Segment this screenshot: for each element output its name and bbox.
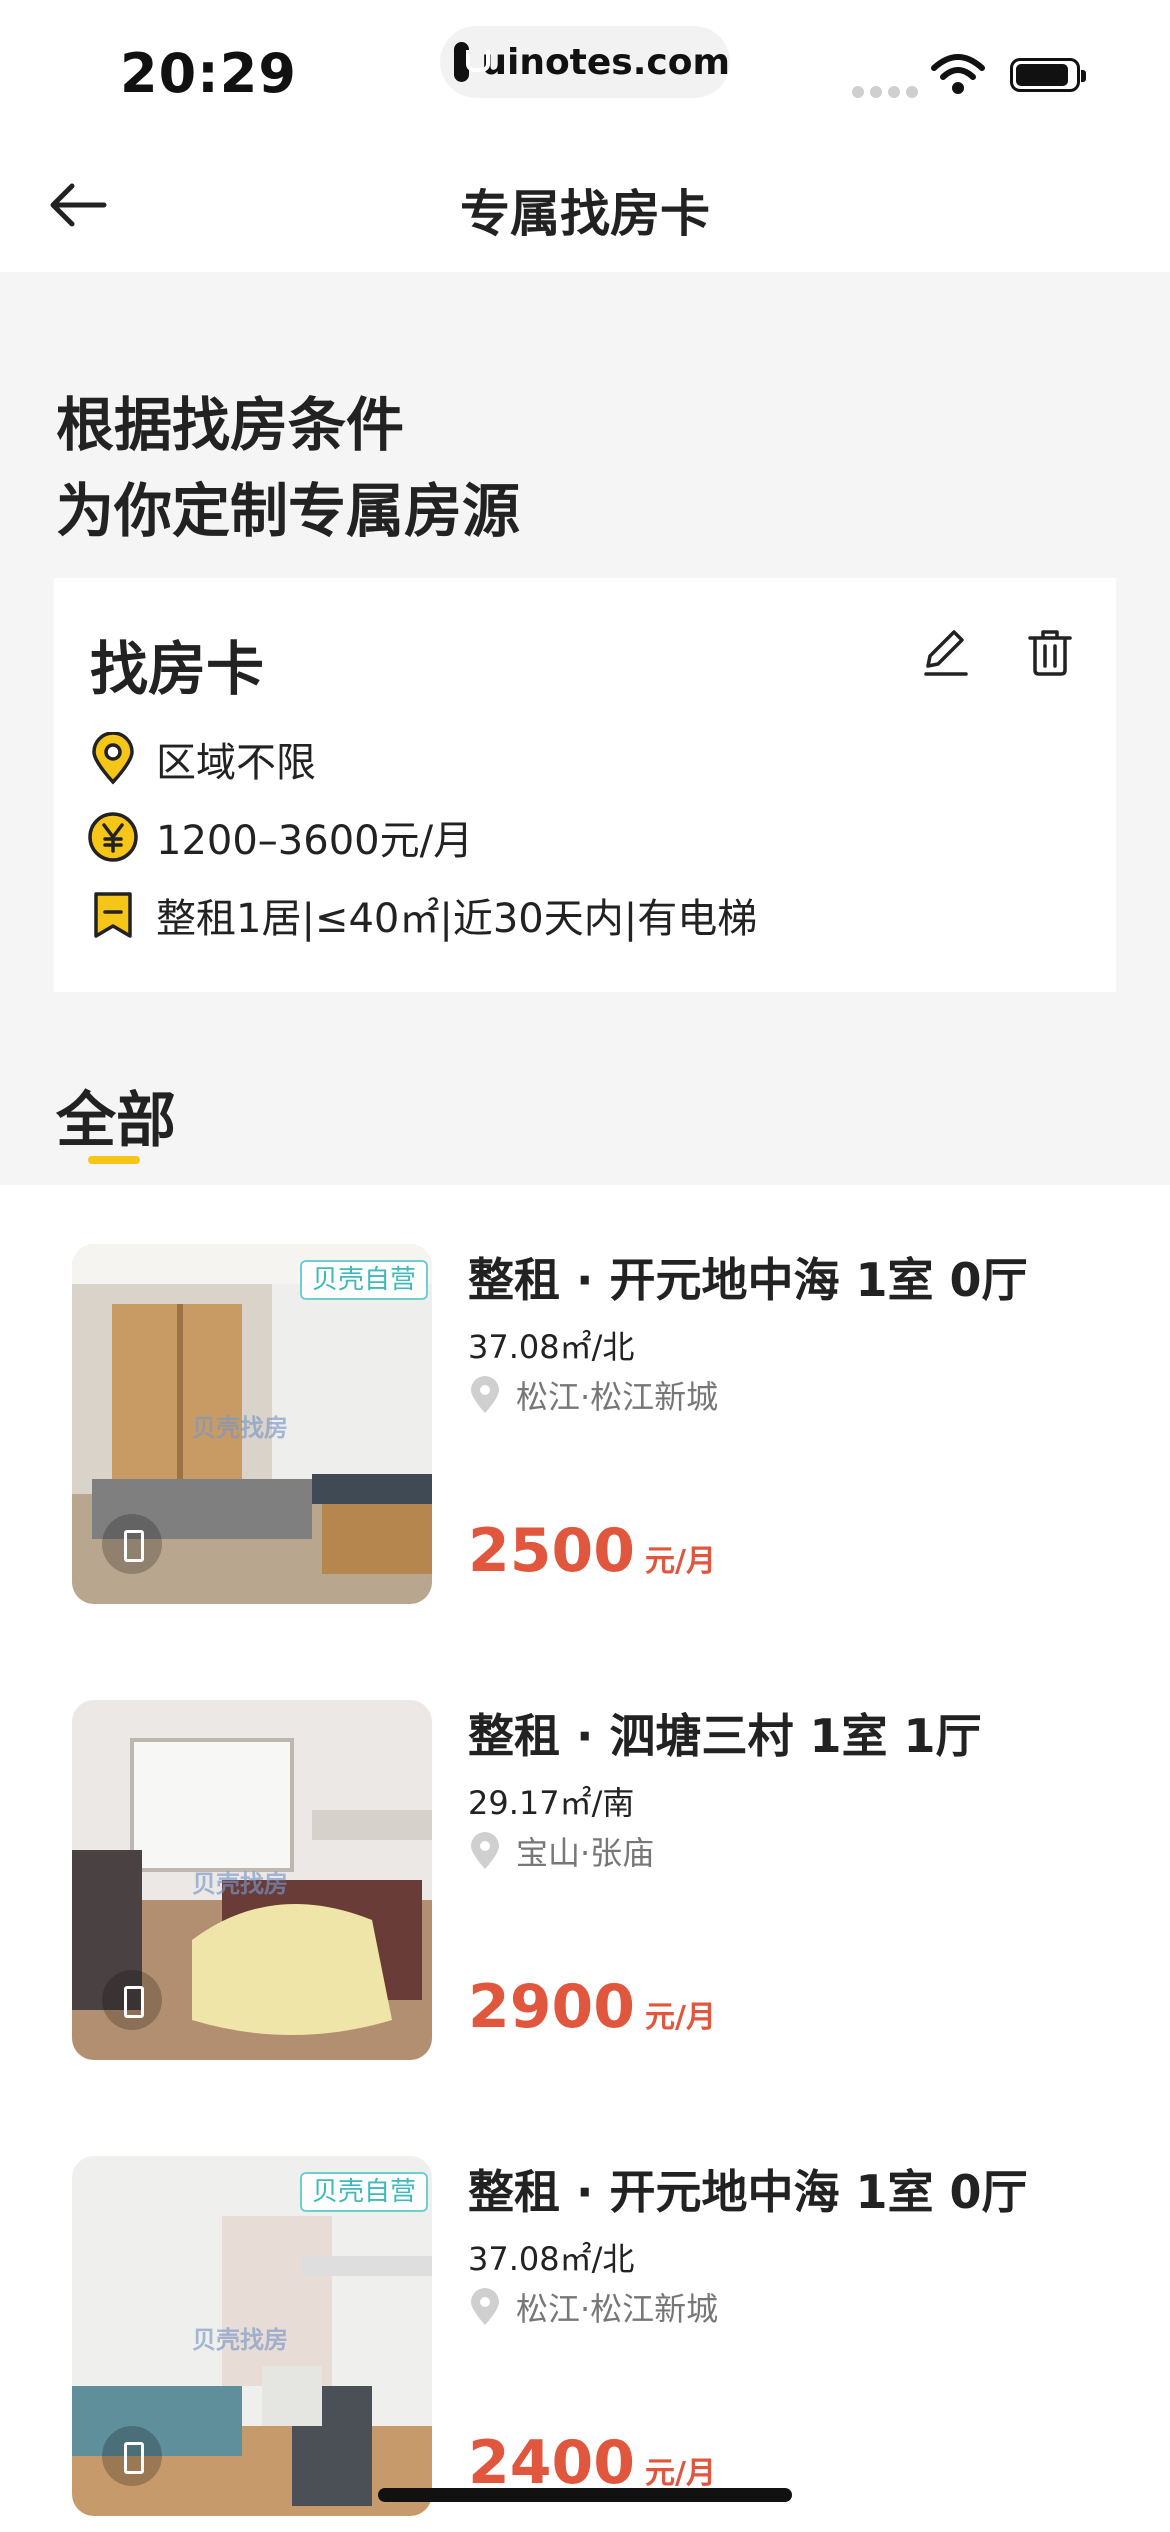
vr-view-icon[interactable] <box>102 1514 162 1574</box>
price-unit: 元/月 <box>645 2456 716 2491</box>
listing-area-orientation: 37.08㎡/北 <box>468 2240 635 2278</box>
self-operated-badge: 贝壳自营 <box>299 2172 428 2212</box>
listing-location: 宝山·张庙 <box>468 1828 654 1874</box>
yen-coin-icon <box>88 812 138 862</box>
trash-icon[interactable] <box>1020 622 1080 682</box>
headline: 根据找房条件 为你定制专属房源 <box>56 382 520 554</box>
listing-photo: 贝壳找房 贝壳自营 <box>72 1244 432 1604</box>
price-value: 2900 <box>468 1972 635 2042</box>
url-pill[interactable]: uinotes.com <box>440 26 730 98</box>
listing-price: 2500 元/月 <box>468 1516 716 1586</box>
listing-card[interactable]: 贝壳找房 贝壳自营 整租 · 开元地中海 1室 0厅 37.08㎡/北 松江·松… <box>72 2156 1132 2516</box>
listing-location-text: 宝山·张庙 <box>516 1834 655 1872</box>
vr-view-icon[interactable] <box>102 1970 162 2030</box>
listing-photo: 贝壳找房 <box>72 1700 432 2060</box>
location-pin-icon <box>471 2288 499 2325</box>
listing-photo: 贝壳找房 贝壳自营 <box>72 2156 432 2516</box>
criteria-price-text: 1200–3600元/月 <box>156 818 474 864</box>
nav-bar: 专属找房卡 <box>0 130 1170 272</box>
bookmark-icon <box>94 892 132 938</box>
criteria-filters-text: 整租1居|≤40㎡|近30天内|有电梯 <box>156 896 758 942</box>
listing-title: 整租 · 泗塘三村 1室 1厅 <box>468 1709 982 1763</box>
headline-line-2: 为你定制专属房源 <box>56 477 521 545</box>
page-title: 专属找房卡 <box>460 185 710 243</box>
status-time: 20:29 <box>120 42 297 105</box>
wifi-icon <box>931 54 985 94</box>
listing-location-text: 松江·松江新城 <box>516 2290 719 2328</box>
cellular-signal-icon <box>852 86 918 98</box>
tab-all[interactable]: 全部 <box>56 1072 176 1159</box>
listing-card[interactable]: 贝壳找房 整租 · 泗塘三村 1室 1厅 29.17㎡/南 宝山·张庙 2900… <box>72 1700 1132 2060</box>
tab-active-indicator <box>88 1156 140 1164</box>
headline-line-1: 根据找房条件 <box>56 391 405 459</box>
price-unit: 元/月 <box>645 2000 716 2035</box>
watermark-text: 贝壳找房 <box>192 1870 288 1898</box>
edit-icon[interactable] <box>916 622 976 682</box>
listing-price: 2900 元/月 <box>468 1972 716 2042</box>
watermark-text: 贝壳找房 <box>192 2326 288 2354</box>
criteria-price: 1200–3600元/月 <box>86 808 473 866</box>
listing-title: 整租 · 开元地中海 1室 0厅 <box>468 2165 1028 2219</box>
vr-view-icon[interactable] <box>102 2426 162 2486</box>
listing-area-orientation: 29.17㎡/南 <box>468 1784 635 1822</box>
listing-location-text: 松江·松江新城 <box>516 1378 719 1416</box>
price-unit: 元/月 <box>645 1544 716 1579</box>
search-card[interactable]: 找房卡 区域不限 1200–3600元/月 整租1居|≤40㎡|近30天内|有电… <box>54 578 1116 992</box>
location-pin-icon <box>471 1832 499 1869</box>
home-indicator[interactable] <box>378 2488 792 2502</box>
watermark-text: 贝壳找房 <box>192 1414 288 1442</box>
card-title: 找房卡 <box>90 635 265 703</box>
listing-card[interactable]: 贝壳找房 贝壳自营 整租 · 开元地中海 1室 0厅 37.08㎡/北 松江·松… <box>72 1244 1132 1604</box>
location-pin-icon <box>471 1376 499 1413</box>
self-operated-badge: 贝壳自营 <box>299 1260 428 1300</box>
url-text: uinotes.com <box>481 41 730 83</box>
criteria-area-text: 区域不限 <box>156 740 316 786</box>
status-bar: 20:29 uinotes.com <box>0 0 1170 130</box>
listing-title: 整租 · 开元地中海 1室 0厅 <box>468 1253 1028 1307</box>
listing-location: 松江·松江新城 <box>468 2284 718 2330</box>
criteria-area: 区域不限 <box>86 730 316 788</box>
criteria-filters: 整租1居|≤40㎡|近30天内|有电梯 <box>86 886 757 944</box>
listing-location: 松江·松江新城 <box>468 1372 718 1418</box>
listing-area-orientation: 37.08㎡/北 <box>468 1328 635 1366</box>
location-pin-icon <box>92 732 134 785</box>
battery-icon <box>1010 58 1086 92</box>
price-value: 2500 <box>468 1516 635 1586</box>
site-logo-icon <box>454 42 491 82</box>
